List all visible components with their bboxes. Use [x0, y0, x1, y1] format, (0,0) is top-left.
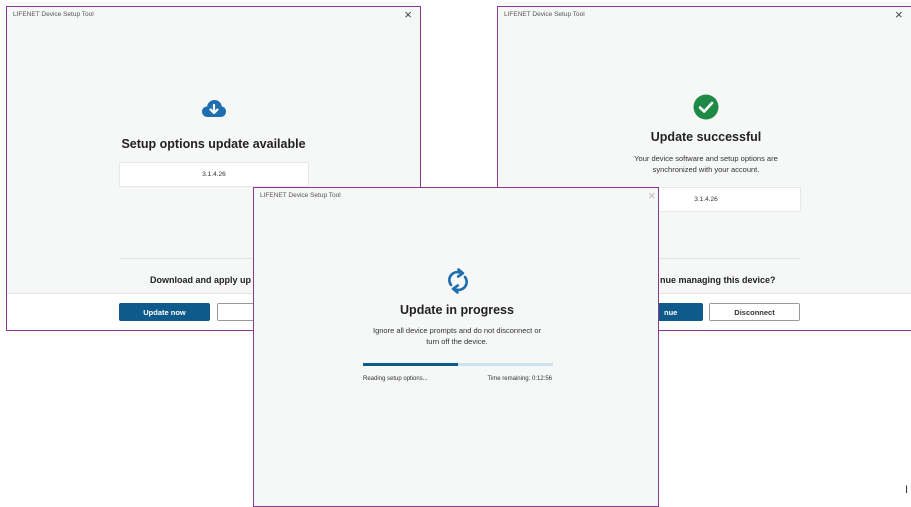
close-icon[interactable]: ×	[895, 7, 903, 23]
download-question: Download and apply up	[150, 275, 251, 285]
page-heading: Setup options update available	[121, 137, 306, 151]
disconnect-button[interactable]: Disconnect	[709, 303, 800, 321]
progress-bar	[363, 363, 553, 366]
window-title: LIFENET Device Setup Tool	[260, 192, 341, 199]
window-title: LIFENET Device Setup Tool	[504, 11, 585, 18]
window-titlebar[interactable]: LIFENET Device Setup Tool ×	[254, 188, 658, 208]
page-heading: Update successful	[650, 130, 762, 144]
progress-status: Reading setup options...	[363, 376, 428, 382]
window-titlebar[interactable]: LIFENET Device Setup Tool ×	[7, 7, 420, 27]
close-icon[interactable]: ×	[404, 7, 412, 23]
update-now-button[interactable]: Update now	[119, 303, 210, 321]
success-message-line-1: Your device software and setup options a…	[634, 154, 778, 163]
version-box: 3.1.4.26	[119, 162, 309, 187]
close-icon: ×	[648, 188, 656, 203]
warning-message-line-1: Ignore all device prompts and do not dis…	[372, 326, 542, 335]
warning-message-line-2: turn off the device.	[426, 337, 488, 346]
cloud-download-icon	[7, 99, 420, 124]
progress-bar-fill	[363, 363, 458, 366]
time-remaining: Time remaining: 0:12:56	[487, 376, 552, 382]
window-titlebar[interactable]: LIFENET Device Setup Tool ×	[498, 7, 911, 27]
window-title: LIFENET Device Setup Tool	[13, 11, 94, 18]
continue-button[interactable]: nue	[658, 303, 703, 321]
check-circle-icon	[693, 94, 719, 125]
success-message-line-2: synchronized with your account.	[652, 165, 760, 174]
continue-question: nue managing this device?	[660, 275, 776, 285]
page-heading: Update in progress	[400, 303, 514, 317]
update-in-progress-window: LIFENET Device Setup Tool × Update in pr…	[253, 187, 659, 507]
edge-glyph: I	[905, 484, 909, 496]
sync-icon	[446, 268, 470, 299]
